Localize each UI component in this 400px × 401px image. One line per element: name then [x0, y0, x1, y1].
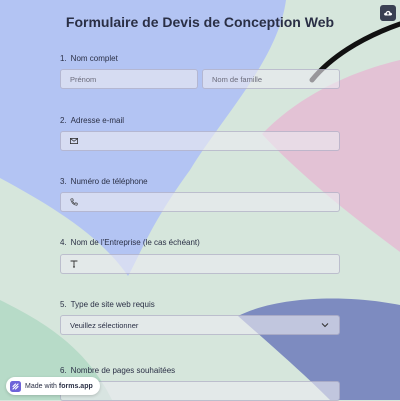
site-type-selected-value: Veuillez sélectionner: [70, 320, 139, 330]
last-name-input[interactable]: Nom de famille: [202, 69, 340, 89]
first-name-placeholder: Prénom: [70, 74, 97, 84]
question-label-full-name: 1. Nom complet: [60, 54, 118, 63]
save-button[interactable]: [380, 5, 396, 21]
question-text: Nombre de pages souhaitées: [70, 366, 176, 375]
question-text: Adresse e-mail: [70, 116, 125, 125]
chevron-down-icon: [321, 322, 329, 328]
question-label-site-type: 5. Type de site web requis: [60, 300, 155, 309]
email-input[interactable]: [60, 131, 340, 151]
made-with-badge[interactable]: Made with forms.app: [6, 377, 100, 395]
question-number: 3.: [60, 177, 67, 186]
question-label-company: 4. Nom de l'Entreprise (le cas échéant): [60, 238, 200, 247]
form-title: Formulaire de Devis de Conception Web: [65, 14, 335, 30]
question-number: 1.: [60, 54, 67, 63]
question-number: 4.: [60, 238, 67, 247]
question-number: 2.: [60, 116, 67, 125]
question-text: Type de site web requis: [70, 300, 155, 309]
question-text: Nom de l'Entreprise (le cas échéant): [70, 238, 200, 247]
badge-prefix: Made with: [25, 382, 57, 390]
phone-icon: [70, 198, 78, 206]
form-page: Formulaire de Devis de Conception Web 1.…: [0, 0, 400, 401]
question-number: 5.: [60, 300, 67, 309]
badge-brand: forms.app: [58, 382, 93, 390]
page-count-input[interactable]: [60, 381, 340, 401]
company-input[interactable]: [60, 254, 340, 274]
phone-input[interactable]: [60, 192, 340, 212]
question-number: 6.: [60, 366, 67, 375]
mail-icon: [70, 138, 78, 144]
text-icon: [70, 260, 78, 268]
first-name-input[interactable]: Prénom: [60, 69, 198, 89]
question-label-phone: 3. Numéro de téléphone: [60, 177, 148, 186]
question-text: Numéro de téléphone: [70, 177, 148, 186]
question-label-page-count: 6. Nombre de pages souhaitées: [60, 366, 175, 375]
last-name-placeholder: Nom de famille: [212, 74, 263, 84]
forms-app-logo-icon: [10, 380, 21, 392]
question-label-email: 2. Adresse e-mail: [60, 116, 124, 125]
question-text: Nom complet: [70, 54, 118, 63]
site-type-select[interactable]: Veuillez sélectionner: [60, 315, 340, 335]
cloud-save-icon: [384, 10, 393, 16]
